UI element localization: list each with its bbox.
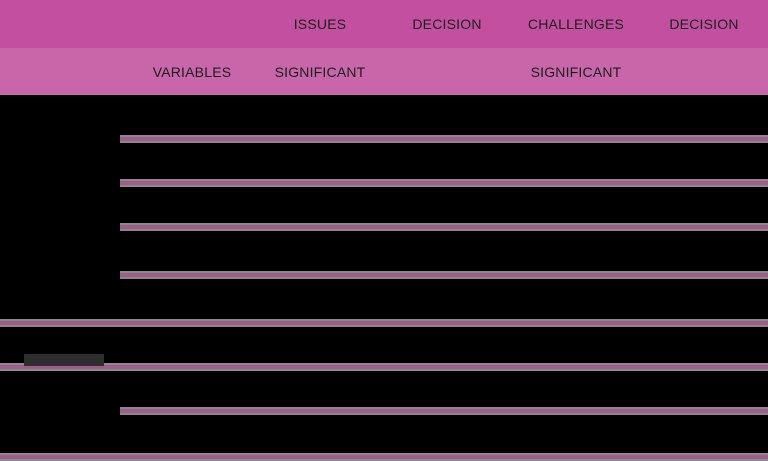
row-divider	[120, 179, 768, 187]
row-divider	[120, 223, 768, 231]
section-divider	[0, 363, 768, 371]
table-body	[0, 95, 768, 461]
column-header-significant-secondary: SIGNIFICANT	[530, 63, 622, 80]
column-header-decision-secondary: DECISION	[669, 16, 739, 32]
section-divider	[0, 453, 768, 461]
column-header-decision: DECISION	[412, 16, 482, 32]
column-header-variables: VARIABLES	[152, 63, 232, 80]
row-group-label	[24, 354, 104, 366]
column-header-challenges: CHALLENGES	[527, 16, 625, 32]
column-header-issues: ISSUES	[293, 16, 347, 32]
table-header-row-primary: ISSUES DECISION CHALLENGES DECISION	[0, 0, 768, 48]
table-header-row-secondary: VARIABLES SIGNIFICANT SIGNIFICANT	[0, 48, 768, 95]
section-divider	[0, 319, 768, 327]
row-divider	[120, 271, 768, 279]
row-divider	[120, 135, 768, 143]
column-header-significant: SIGNIFICANT	[274, 63, 366, 80]
row-divider	[120, 407, 768, 415]
